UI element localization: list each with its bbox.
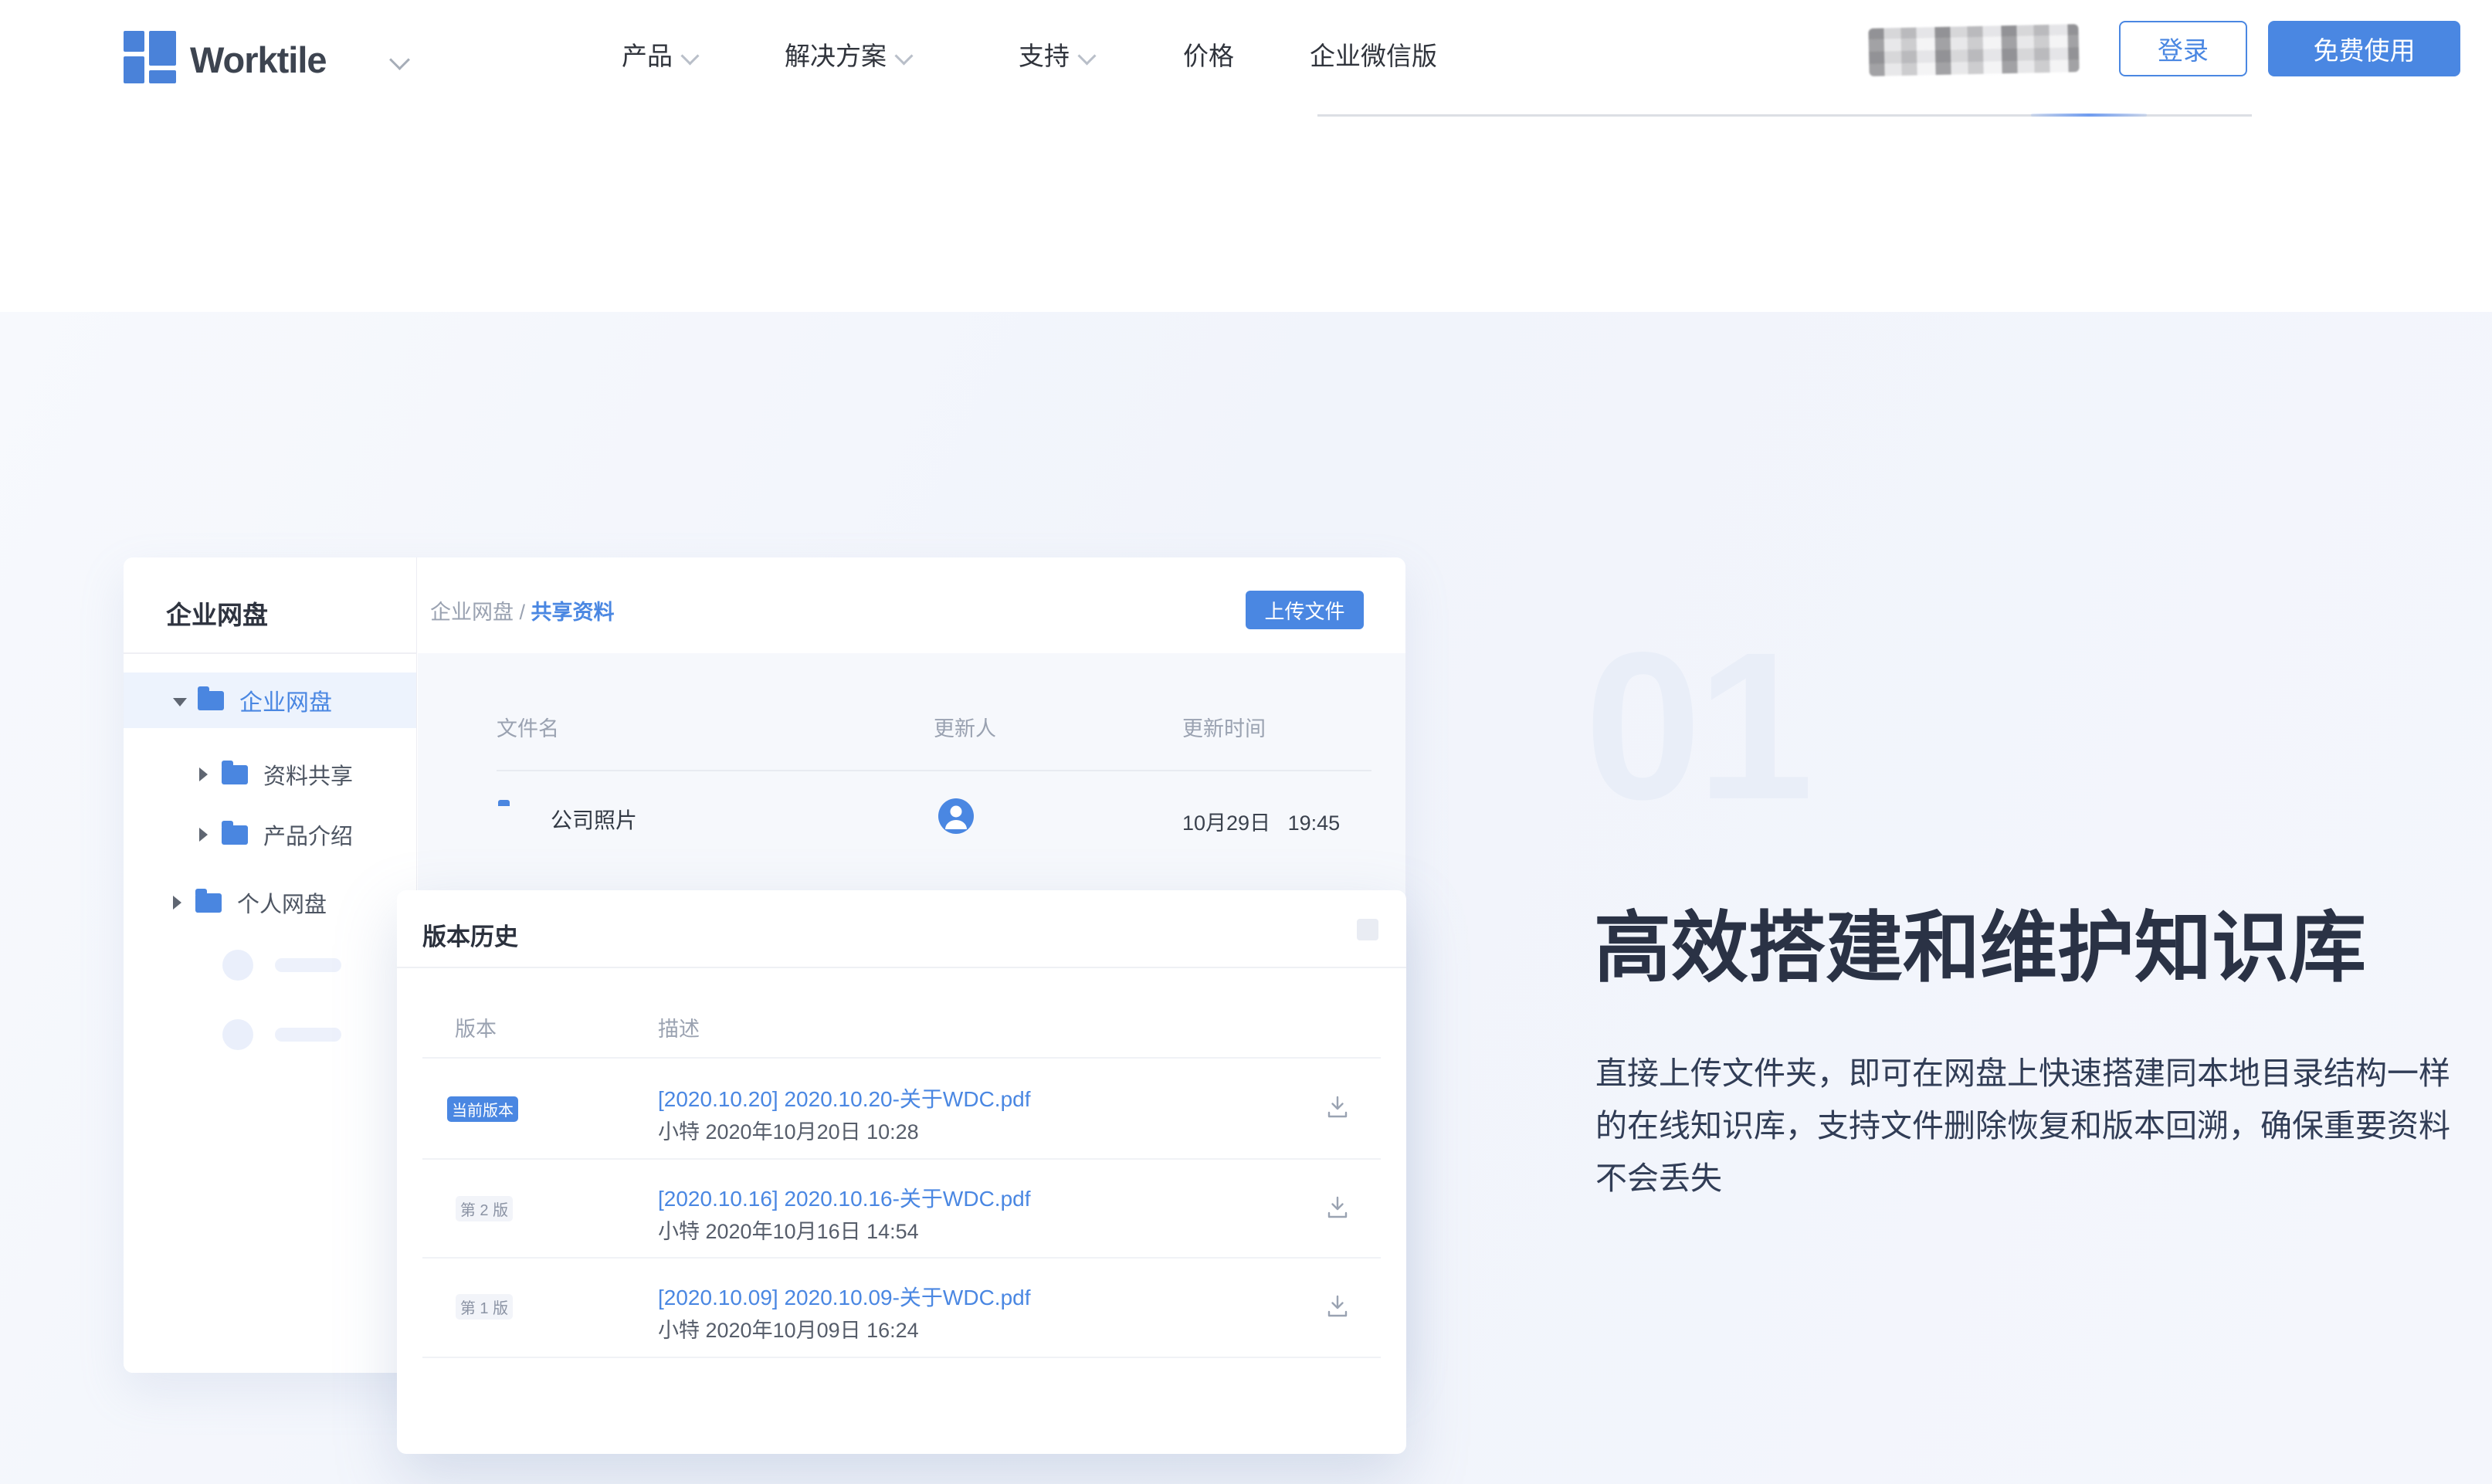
version-meta: 小特 2020年10月16日 14:54 xyxy=(658,1215,919,1245)
modal-header-divider xyxy=(397,967,1406,968)
column-header-updated-time: 更新时间 xyxy=(1182,712,1266,742)
feature-title: 高效搭建和维护知识库 xyxy=(1594,902,2490,994)
tree-item-personal-disk[interactable]: 个人网盘 xyxy=(124,875,416,930)
nav-item-wecom-edition[interactable]: 企业微信版 xyxy=(1310,36,1437,73)
nav-label: 产品 xyxy=(622,42,673,70)
login-button[interactable]: 登录 xyxy=(2119,21,2247,76)
page: Worktile 产品 解决方案 支持 价格 企业微信版 登录 免费使用 企业网… xyxy=(0,0,2492,1484)
file-updated-time: 10月29日 19:45 xyxy=(1182,806,1340,836)
version-row: 当前版本 [2020.10.20] 2020.10.20-关于WDC.pdf 小… xyxy=(397,1066,1406,1164)
top-nav-bar: Worktile 产品 解决方案 支持 价格 企业微信版 登录 免费使用 xyxy=(0,0,2492,116)
tree-item-product-intro[interactable]: 产品介绍 xyxy=(124,807,416,862)
chevron-down-icon xyxy=(680,46,699,65)
column-header-description: 描述 xyxy=(658,1012,700,1042)
nav-item-solutions[interactable]: 解决方案 xyxy=(785,36,910,73)
caret-right-icon[interactable] xyxy=(199,828,208,842)
tree-item-label: 资料共享 xyxy=(263,758,353,791)
nav-label: 解决方案 xyxy=(785,42,887,70)
download-icon[interactable] xyxy=(1324,1293,1351,1324)
tree-item-label: 产品介绍 xyxy=(263,818,353,851)
row-divider xyxy=(422,1158,1381,1160)
header-divider-blue-segment xyxy=(2031,114,2147,117)
modal-corner-control-icon[interactable] xyxy=(1357,919,1378,940)
column-header-filename: 文件名 xyxy=(497,712,559,742)
folder-icon xyxy=(198,691,224,710)
version-file-link[interactable]: [2020.10.16] 2020.10.16-关于WDC.pdf xyxy=(658,1182,1031,1213)
version-badge: 第 2 版 xyxy=(456,1196,513,1221)
feature-description: 直接上传文件夹，即可在网盘上快速搭建同本地目录结构一样的在线知识库，支持文件删除… xyxy=(1595,1047,2467,1204)
chevron-down-icon xyxy=(894,46,913,65)
breadcrumb-parent[interactable]: 企业网盘 xyxy=(430,601,514,624)
logo-tile xyxy=(124,31,144,52)
version-badge-current: 当前版本 xyxy=(447,1096,518,1122)
brand-wordmark[interactable]: Worktile xyxy=(190,39,327,81)
folder-icon xyxy=(222,765,248,784)
version-row: 第 1 版 [2020.10.09] 2020.10.09-关于WDC.pdf … xyxy=(397,1263,1406,1362)
file-name[interactable]: 公司照片 xyxy=(551,804,637,835)
signup-free-button[interactable]: 免费使用 xyxy=(2268,21,2460,76)
breadcrumb-separator: / xyxy=(514,601,531,624)
updater-avatar xyxy=(938,798,974,834)
caret-right-icon[interactable] xyxy=(173,896,181,910)
skeleton-bar xyxy=(275,958,341,972)
feature-index-watermark: 01 xyxy=(1585,625,1809,826)
nav-item-products[interactable]: 产品 xyxy=(622,36,697,73)
skeleton-avatar xyxy=(222,950,253,981)
version-file-link[interactable]: [2020.10.09] 2020.10.09-关于WDC.pdf xyxy=(658,1281,1031,1312)
download-icon[interactable] xyxy=(1324,1194,1351,1225)
skeleton-avatar xyxy=(222,1019,253,1050)
nav-item-support[interactable]: 支持 xyxy=(1019,36,1093,73)
download-icon[interactable] xyxy=(1324,1093,1351,1125)
tree-item-label: 个人网盘 xyxy=(237,886,327,919)
version-meta: 小特 2020年10月09日 16:24 xyxy=(658,1313,919,1343)
breadcrumb-current: 共享资料 xyxy=(531,601,615,624)
nav-label: 支持 xyxy=(1019,42,1070,70)
version-history-title: 版本历史 xyxy=(422,917,518,952)
row-divider xyxy=(422,1057,1381,1059)
row-divider xyxy=(422,1357,1381,1358)
chevron-down-icon xyxy=(1077,46,1096,65)
tree-item-label: 企业网盘 xyxy=(239,683,332,717)
tree-item-shared-docs[interactable]: 资料共享 xyxy=(124,747,416,802)
caret-down-icon[interactable] xyxy=(173,698,187,706)
logo-tile xyxy=(124,56,144,83)
nav-label: 企业微信版 xyxy=(1310,42,1437,70)
tree-item-enterprise-disk[interactable]: 企业网盘 xyxy=(124,673,416,728)
nav-label: 价格 xyxy=(1183,42,1234,70)
row-divider xyxy=(422,1257,1381,1259)
version-row: 第 2 版 [2020.10.16] 2020.10.16-关于WDC.pdf … xyxy=(397,1164,1406,1263)
phone-number-redacted xyxy=(1868,24,2079,76)
disk-sidebar-title: 企业网盘 xyxy=(166,595,268,632)
breadcrumb: 企业网盘 / 共享资料 xyxy=(430,595,615,625)
version-file-link[interactable]: [2020.10.20] 2020.10.20-关于WDC.pdf xyxy=(658,1083,1031,1113)
upload-file-button[interactable]: 上传文件 xyxy=(1246,591,1364,629)
brand-chevron-down-icon[interactable] xyxy=(389,49,410,70)
caret-right-icon[interactable] xyxy=(199,767,208,781)
folder-icon xyxy=(195,893,222,913)
folder-icon xyxy=(222,825,248,845)
version-meta: 小特 2020年10月20日 10:28 xyxy=(658,1115,919,1145)
sidebar-title-divider xyxy=(124,652,417,654)
version-badge: 第 1 版 xyxy=(456,1294,513,1320)
column-header-version: 版本 xyxy=(455,1012,497,1042)
logo-tile xyxy=(149,31,176,66)
nav-item-pricing[interactable]: 价格 xyxy=(1183,36,1234,73)
column-header-updater: 更新人 xyxy=(934,712,996,742)
skeleton-bar xyxy=(275,1028,341,1042)
table-header-divider xyxy=(497,770,1371,771)
logo-tile xyxy=(149,70,176,83)
worktile-logo-icon[interactable] xyxy=(124,31,176,83)
